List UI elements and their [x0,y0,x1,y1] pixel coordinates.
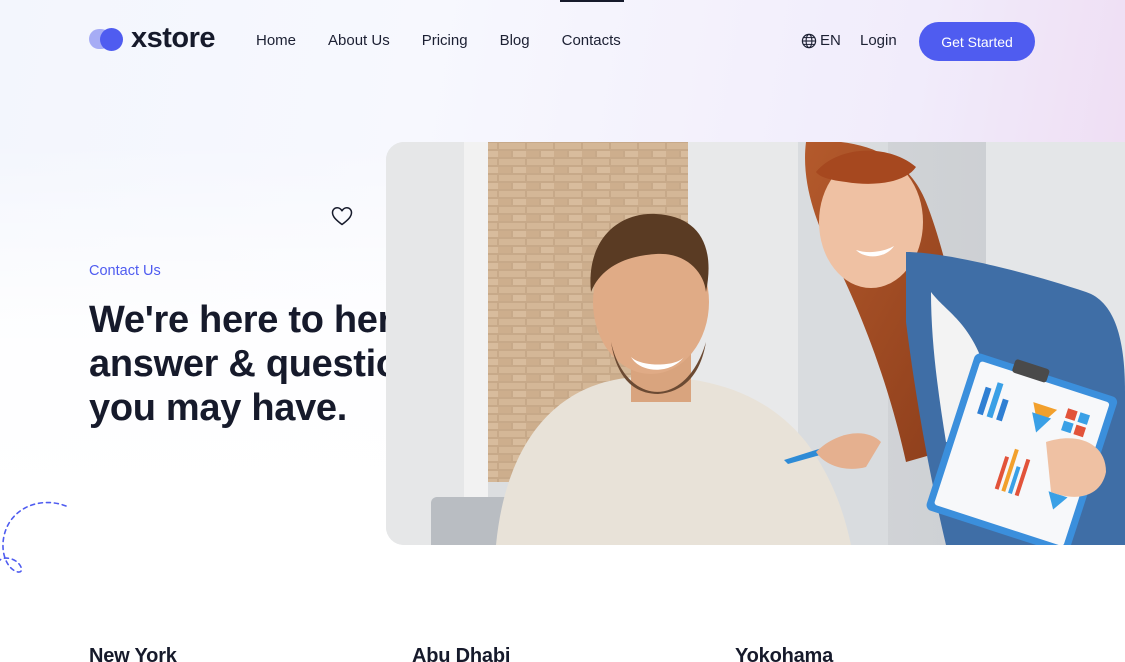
nav-home[interactable]: Home [256,31,296,51]
logo-text: xstore [131,22,216,54]
main-nav: Home About Us Pricing Blog Contacts [256,31,653,51]
heart-icon [331,207,353,226]
logo[interactable]: xstore [89,22,216,54]
nav-about-us[interactable]: About Us [328,31,390,51]
language-selector[interactable]: EN [801,31,841,51]
city-abu-dhabi: Abu Dhabi [412,645,511,662]
site-header: xstore Home About Us Pricing Blog Contac… [0,0,1125,82]
section-eyebrow: Contact Us [89,263,161,279]
get-started-button[interactable]: Get Started [919,22,1035,61]
nav-contacts[interactable]: Contacts [562,31,621,51]
hero-heading: We're here to here answer & question you… [89,299,422,429]
login-link[interactable]: Login [860,31,897,51]
city-yokohama: Yokohama [735,645,834,662]
nav-blog[interactable]: Blog [500,31,530,51]
city-new-york: New York [89,645,177,662]
decorative-dashed-curve [0,501,67,573]
globe-icon [801,33,817,49]
logo-mark-icon [89,26,125,52]
nav-pricing[interactable]: Pricing [422,31,468,51]
language-label: EN [820,32,841,49]
hero-photo-illustration [386,142,1125,545]
hero-image [386,142,1125,545]
